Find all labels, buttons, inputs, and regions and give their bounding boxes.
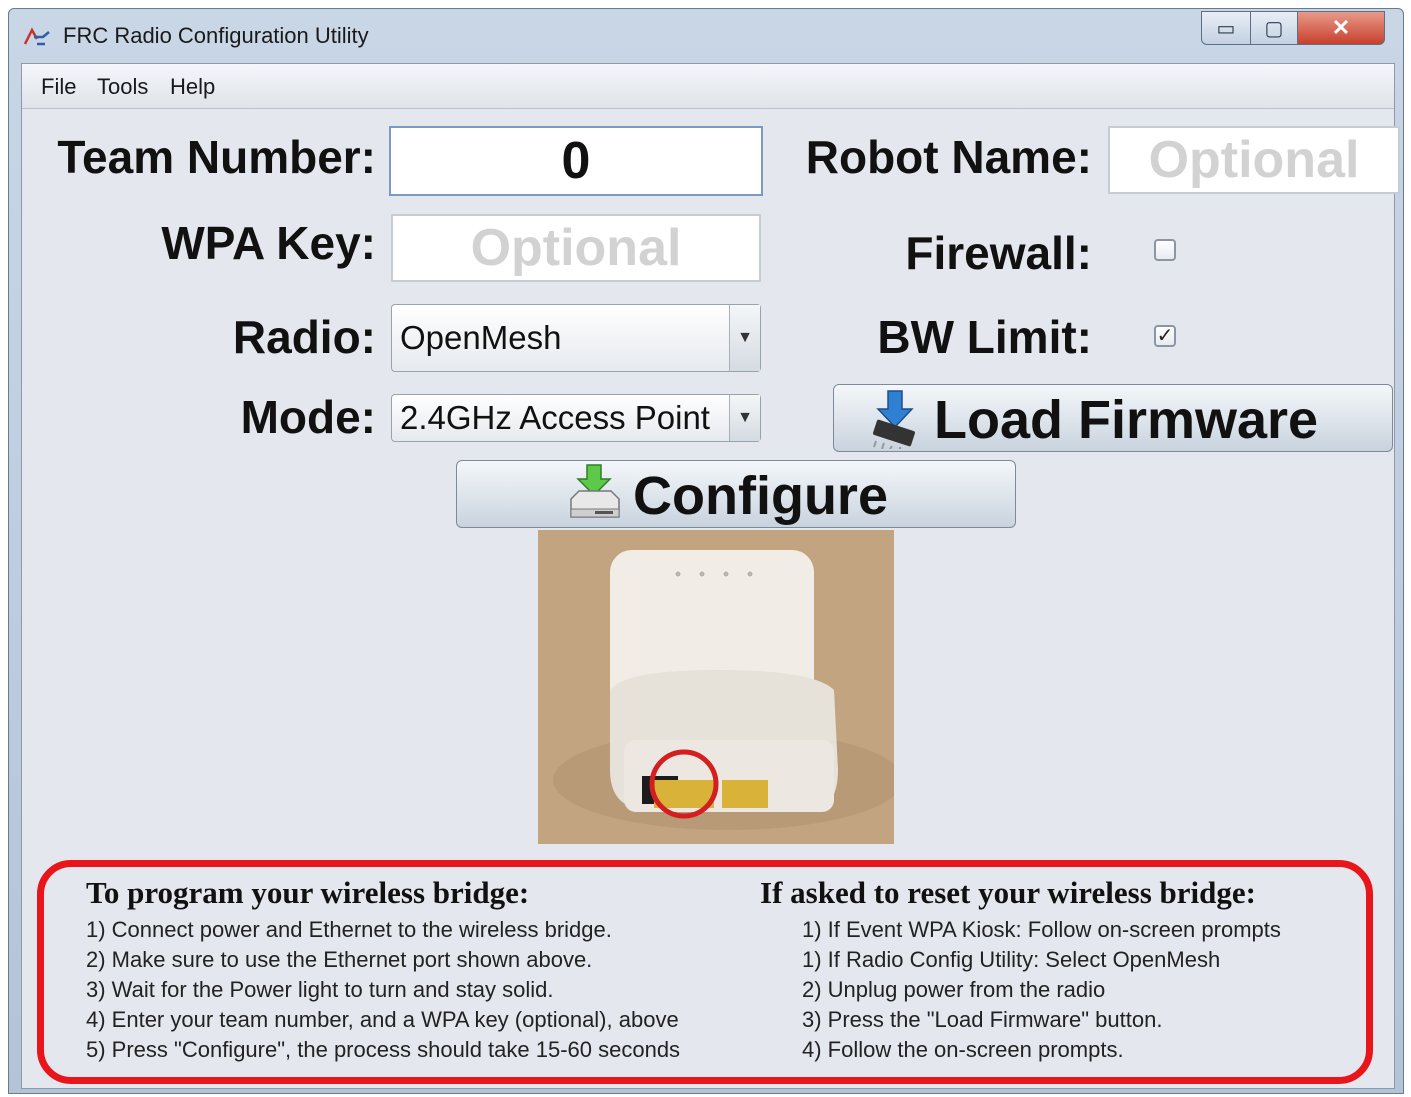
chip-download-icon xyxy=(873,390,915,449)
load-firmware-label: Load Firmware xyxy=(934,390,1319,450)
reset-step: 2) Unplug power from the radio xyxy=(802,977,1106,1002)
mode-select-value: 2.4GHz Access Point xyxy=(400,399,710,436)
team-number-label: Team Number: xyxy=(57,131,376,183)
radio-select-value: OpenMesh xyxy=(400,319,562,356)
configure-button[interactable]: Configure xyxy=(456,460,1016,528)
mode-select[interactable]: 2.4GHz Access Point ▼ xyxy=(391,394,761,442)
close-icon: ✕ xyxy=(1331,15,1351,40)
program-step: 4) Enter your team number, and a WPA key… xyxy=(86,1007,679,1032)
frc-logo-icon xyxy=(23,27,50,46)
title-bar[interactable]: FRC Radio Configuration Utility ▭ ▢ ✕ xyxy=(9,9,1403,63)
close-button[interactable]: ✕ xyxy=(1297,11,1385,45)
checkmark-icon: ✓ xyxy=(1156,325,1174,347)
reset-instructions-title: If asked to reset your wireless bridge: xyxy=(760,875,1256,910)
firewall-checkbox[interactable] xyxy=(1154,239,1176,261)
program-step: 3) Wait for the Power light to turn and … xyxy=(86,977,554,1002)
instructions-panel: To program your wireless bridge: 1) Conn… xyxy=(37,860,1373,1084)
firewall-label: Firewall: xyxy=(905,227,1092,279)
radio-select[interactable]: OpenMesh ▼ xyxy=(391,304,761,372)
wpa-key-label: WPA Key: xyxy=(161,217,376,269)
radio-photo xyxy=(538,530,894,844)
bw-limit-checkbox[interactable]: ✓ xyxy=(1154,325,1176,347)
menu-tools[interactable]: Tools xyxy=(97,74,148,100)
robot-name-input[interactable] xyxy=(1108,126,1400,194)
load-firmware-button[interactable]: Load Firmware xyxy=(833,384,1393,452)
wpa-key-input[interactable] xyxy=(391,214,761,282)
bw-limit-label: BW Limit: xyxy=(877,311,1092,363)
program-step: 1) Connect power and Ethernet to the wir… xyxy=(86,917,612,942)
configure-label: Configure xyxy=(633,466,888,526)
menu-help[interactable]: Help xyxy=(170,74,215,100)
program-step: 2) Make sure to use the Ethernet port sh… xyxy=(86,947,593,972)
team-number-input[interactable] xyxy=(389,126,763,196)
minimize-button[interactable]: ▭ xyxy=(1201,11,1251,45)
robot-name-label: Robot Name: xyxy=(805,131,1092,183)
reset-step: 1) If Radio Config Utility: Select OpenM… xyxy=(802,947,1221,972)
chevron-down-icon[interactable]: ▼ xyxy=(729,305,760,371)
app-window: FRC Radio Configuration Utility ▭ ▢ ✕ Fi… xyxy=(8,8,1404,1094)
chevron-down-icon[interactable]: ▼ xyxy=(729,395,760,441)
reset-step: 1) If Event WPA Kiosk: Follow on-screen … xyxy=(802,917,1281,942)
client-area: File Tools Help Team Number: Robot Name:… xyxy=(21,63,1400,1089)
program-step: 5) Press "Configure", the process should… xyxy=(86,1037,681,1062)
window-title: FRC Radio Configuration Utility xyxy=(63,23,369,48)
radio-label: Radio: xyxy=(232,311,376,363)
menu-file[interactable]: File xyxy=(41,74,76,100)
maximize-icon: ▢ xyxy=(1264,17,1284,40)
drive-download-icon xyxy=(570,464,620,518)
reset-step: 4) Follow the on-screen prompts. xyxy=(802,1037,1124,1062)
mode-label: Mode: xyxy=(240,391,376,443)
maximize-button[interactable]: ▢ xyxy=(1250,11,1298,45)
program-instructions-title: To program your wireless bridge: xyxy=(86,875,530,910)
minimize-icon: ▭ xyxy=(1216,17,1236,40)
menu-bar: File Tools Help xyxy=(22,64,1394,109)
reset-step: 3) Press the "Load Firmware" button. xyxy=(802,1007,1163,1032)
